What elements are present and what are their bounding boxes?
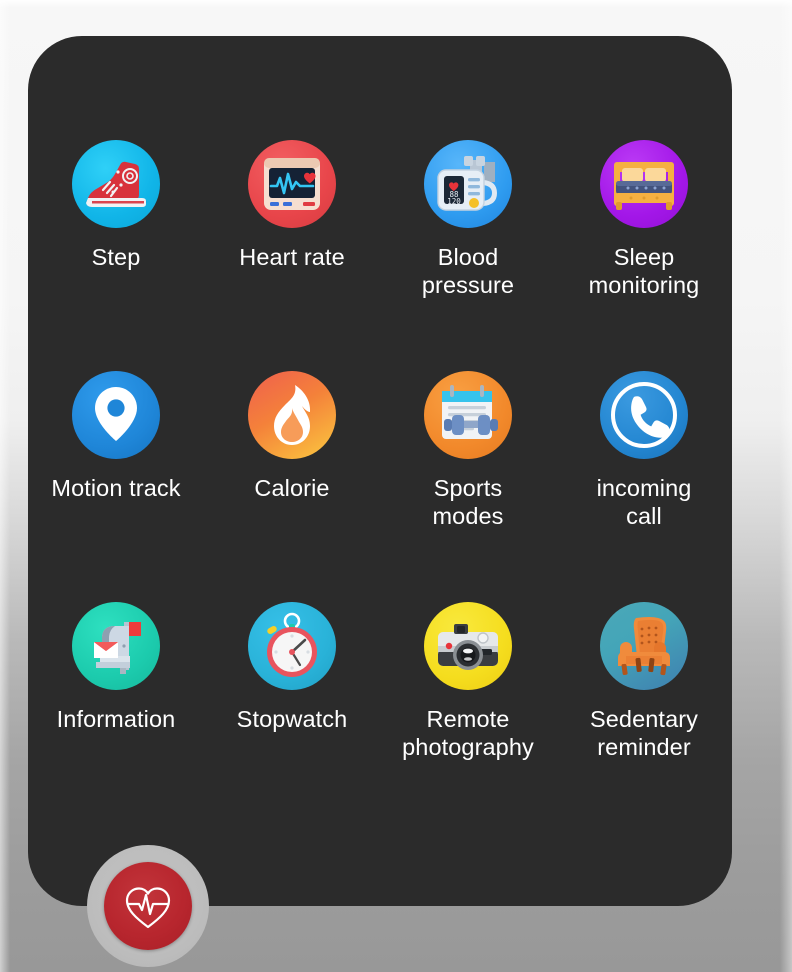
camera-icon <box>424 602 512 690</box>
app-tile-incoming-call[interactable]: incoming call <box>556 371 732 602</box>
bed-icon <box>600 140 688 228</box>
app-panel: Step Heart rate 88 120 Blood pressure Sl… <box>28 36 732 906</box>
phone-handset-icon <box>600 371 688 459</box>
app-tile-remote-photography[interactable]: Remote photography <box>380 602 556 833</box>
clipboard-dumbbell-icon <box>424 371 512 459</box>
app-label: Remote photography <box>402 706 534 760</box>
mailbox-icon <box>72 602 160 690</box>
stopwatch-icon <box>248 602 336 690</box>
app-tile-sedentary-reminder[interactable]: Sedentary reminder <box>556 602 732 833</box>
app-tile-calorie[interactable]: Calorie <box>204 371 380 602</box>
watch-screen: Step Heart rate 88 120 Blood pressure Sl… <box>0 0 792 972</box>
app-label: Stopwatch <box>236 706 348 732</box>
app-tile-sports-modes[interactable]: Sports modes <box>380 371 556 602</box>
app-grid: Step Heart rate 88 120 Blood pressure Sl… <box>28 140 732 833</box>
app-label: Blood pressure <box>421 244 515 298</box>
app-label: Heart rate <box>239 244 345 270</box>
app-tile-heart-rate[interactable]: Heart rate <box>204 140 380 371</box>
app-tile-step[interactable]: Step <box>28 140 204 371</box>
flame-icon <box>248 371 336 459</box>
blood-pressure-monitor-icon: 88 120 <box>424 140 512 228</box>
left-frame-edge <box>0 0 10 972</box>
armchair-icon <box>600 602 688 690</box>
app-tile-stopwatch[interactable]: Stopwatch <box>204 602 380 833</box>
right-frame-edge <box>780 0 792 972</box>
app-tile-information[interactable]: Information <box>28 602 204 833</box>
app-label: incoming call <box>596 475 692 529</box>
app-label: Information <box>56 706 176 732</box>
svg-text:120: 120 <box>447 197 461 206</box>
app-tile-blood-pressure[interactable]: 88 120 Blood pressure <box>380 140 556 371</box>
sneaker-icon <box>72 140 160 228</box>
heart-pulse-icon <box>125 887 171 929</box>
app-label: Step <box>91 244 141 270</box>
app-tile-sleep-monitoring[interactable]: Sleep monitoring <box>556 140 732 371</box>
ecg-monitor-icon <box>248 140 336 228</box>
top-sheen-decor <box>0 0 792 8</box>
app-label: Sedentary reminder <box>589 706 699 760</box>
app-label: Sports modes <box>432 475 504 529</box>
map-pin-icon <box>72 371 160 459</box>
app-label: Sleep monitoring <box>588 244 700 298</box>
app-label: Calorie <box>254 475 330 501</box>
app-label: Motion track <box>51 475 181 501</box>
app-tile-motion-track[interactable]: Motion track <box>28 371 204 602</box>
heart-rate-home-button[interactable] <box>104 862 192 950</box>
